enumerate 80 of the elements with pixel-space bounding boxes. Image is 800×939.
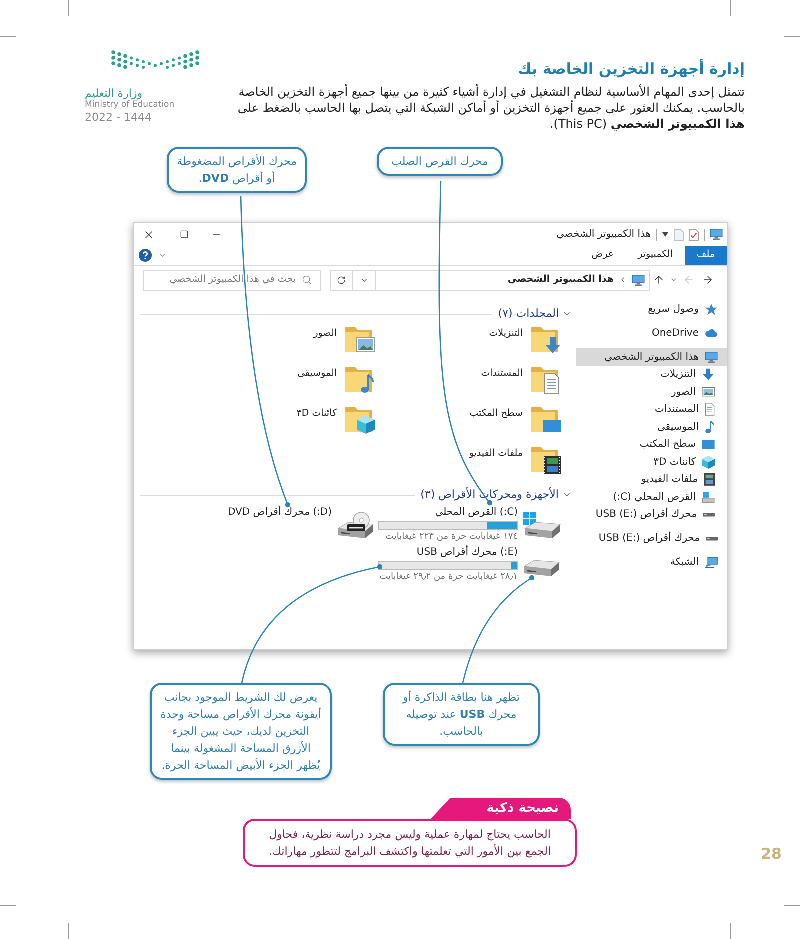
- usb-drive-icon: [706, 536, 718, 540]
- arrow-up-icon: [653, 274, 665, 286]
- nav-item[interactable]: القرص المحلي (C:): [576, 488, 727, 506]
- nav-item[interactable]: التنزيلات: [576, 366, 727, 384]
- star-icon: [705, 302, 718, 316]
- cloud-icon: [705, 329, 718, 337]
- folder-item[interactable]: ملفات الفيديو: [469, 447, 561, 477]
- free-space-text: ١٧٤ غيغابايت حرة من ٢٢٣ غيغابايت: [384, 531, 518, 543]
- section-heading: إدارة أجهزة التخزين الخاصة بك: [517, 60, 745, 79]
- ribbon-tab[interactable]: عرض: [580, 246, 626, 265]
- chevron-down-icon[interactable]: [158, 251, 167, 260]
- chevron-left-icon: [619, 276, 627, 284]
- desktop-icon: [702, 440, 715, 450]
- cube-icon: [702, 456, 715, 469]
- monitor-icon: [705, 352, 718, 362]
- drive-label[interactable]: (C:) القرص المحلي: [378, 506, 518, 519]
- drive-icon: [702, 492, 715, 503]
- dvd-drive-icon: [338, 512, 374, 539]
- nav-item[interactable]: هذا الكمبيوتر الشخصي: [576, 348, 727, 366]
- page-number: 28: [761, 844, 782, 864]
- nav-item[interactable]: محرك أقراص USB (E:): [576, 530, 727, 548]
- caret-icon[interactable]: [662, 232, 669, 237]
- section-title: المجلدات (٧): [498, 306, 559, 322]
- tip-title: نصيحة ذكية: [431, 798, 571, 819]
- callout-box: يعرض لك الشريط الموجود بجانب أيقونة محرك الأقراص مساحة وحدة التخزين لديك، حيث يبين الجزء الأزرق المساحة المشغولة بينما يُظهر الجزء الأبيض المساحة الحرة.: [150, 683, 332, 780]
- folder-item[interactable]: التنزيلات: [489, 327, 561, 357]
- monitor-icon: [632, 274, 645, 286]
- maximize-icon: [180, 230, 188, 239]
- folder-film-icon: [531, 447, 561, 474]
- nav-item[interactable]: الموسيقى: [576, 418, 727, 436]
- usb-drive-icon: [524, 560, 560, 577]
- arrow-left-icon: [683, 274, 695, 286]
- network-icon: [705, 556, 718, 568]
- nav-item[interactable]: كائنات ٣D: [576, 454, 727, 471]
- download-arrow-icon: [702, 368, 715, 382]
- nav-item[interactable]: OneDrive: [576, 324, 727, 342]
- ribbon-tab[interactable]: الكمبيوتر: [626, 246, 685, 265]
- arrow-right-icon: [702, 274, 714, 286]
- logo-text: Ministry of Education: [85, 100, 176, 111]
- nav-item[interactable]: وصول سريع: [576, 300, 727, 318]
- nav-item[interactable]: محرك أقراص USB (E:): [576, 506, 727, 524]
- nav-item[interactable]: سطح المكتب: [576, 436, 727, 454]
- refresh-icon[interactable]: [337, 276, 346, 284]
- drive-label[interactable]: (D:) محرك أقراص DVD: [192, 506, 332, 519]
- help-icon[interactable]: [139, 249, 152, 262]
- checked-document-icon[interactable]: [689, 228, 699, 240]
- nav-item[interactable]: المستندات: [576, 401, 727, 418]
- folder-item[interactable]: المستندات: [481, 367, 561, 397]
- year-text: 2022 - 1444: [85, 111, 153, 125]
- nav-item[interactable]: ملفات الفيديو: [576, 471, 727, 488]
- window-title: هذا الكمبيوتر الشخصي: [556, 228, 651, 242]
- system-drive-icon: [523, 512, 561, 539]
- callout-box: محرك القرص الصلب: [377, 147, 503, 176]
- music-note-icon: [705, 420, 715, 434]
- nav-item[interactable]: الشبكة: [576, 554, 727, 572]
- folder-cube-icon: [345, 407, 375, 434]
- folder-desktop-icon: [531, 407, 561, 434]
- folder-document-icon: [531, 367, 561, 394]
- folder-item[interactable]: كائنات ٣D: [296, 407, 375, 437]
- folder-music-icon: [345, 367, 375, 394]
- document-icon: [705, 403, 715, 416]
- free-space-text: ٢٨٫١ غيغابايت حرة من ٢٩٫٢ غيغابايت: [378, 571, 518, 583]
- folder-item[interactable]: الصور: [314, 327, 375, 357]
- search-field[interactable]: بحث في هذا الكمبيوتر الشخصي: [143, 270, 321, 290]
- ribbon-tab[interactable]: ملف: [684, 246, 727, 265]
- folder-item[interactable]: سطح المكتب: [470, 407, 561, 437]
- address-bar[interactable]: هذا الكمبيوتر الشخصي: [330, 270, 650, 290]
- logo-text: وزارة التعليم: [85, 87, 144, 100]
- folder-item[interactable]: الموسيقى: [298, 367, 375, 397]
- search-icon: [302, 275, 312, 285]
- usb-drive-icon: [703, 512, 715, 517]
- picture-icon: [702, 387, 715, 398]
- folder-picture-icon: [345, 327, 375, 354]
- nav-item[interactable]: الصور: [576, 384, 727, 401]
- folder-download-icon: [531, 327, 561, 354]
- chevron-down-icon: [670, 276, 678, 284]
- drive-label[interactable]: (E:) محرك أقراص USB: [378, 546, 518, 559]
- monitor-icon: [710, 229, 723, 240]
- film-icon: [704, 473, 715, 486]
- tip-box: الحاسب يحتاج لمهارة عملية وليس مجرد دراسة نظرية، فحاول الجمع بين الأمور التي تعلمتها واكتشف البرامج لتتطور مهاراتك.: [243, 819, 577, 867]
